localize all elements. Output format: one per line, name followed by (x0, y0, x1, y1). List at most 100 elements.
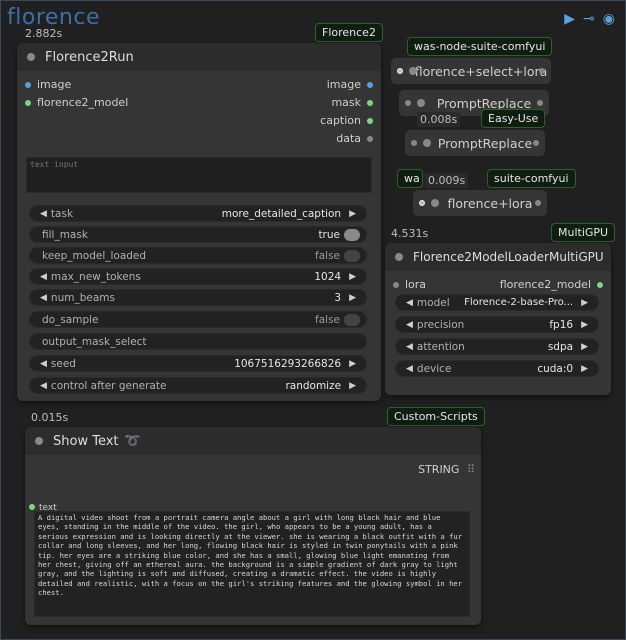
output-label: mask (331, 95, 361, 109)
widget-label: fill_mask (42, 228, 88, 241)
output-slot[interactable] (367, 117, 373, 124)
widget-label: seed (50, 357, 76, 370)
input-slot[interactable] (419, 200, 425, 206)
input-slot[interactable] (411, 140, 417, 146)
text-input[interactable] (26, 157, 372, 193)
collapse-dot[interactable] (395, 253, 403, 261)
right-arrow-icon[interactable]: ▶ (581, 364, 588, 374)
widget-label: control after generate (50, 379, 167, 392)
device-combo[interactable]: ◀ device cuda:0 ▶ (395, 360, 599, 377)
florence2-model-loader-node[interactable]: Florence2ModelLoaderMultiGPU lora floren… (385, 243, 611, 395)
left-arrow-icon[interactable]: ◀ (406, 298, 413, 308)
collapse-dot[interactable] (27, 53, 35, 61)
fill-mask-toggle[interactable]: fill_mask true (29, 226, 367, 243)
widget-value: sdpa (547, 340, 574, 353)
output-mask-select-input[interactable]: output_mask_select (29, 333, 367, 350)
florence-lora-node[interactable]: florence+lora (413, 190, 547, 216)
toggle-switch[interactable] (344, 313, 360, 326)
node-header[interactable]: Florence2Run (17, 43, 381, 71)
collapse-dot[interactable] (409, 67, 417, 75)
collapse-dot[interactable] (417, 99, 425, 107)
grid-icon[interactable]: ⠿ (467, 463, 475, 476)
precision-combo[interactable]: ◀ precision fp16 ▶ (395, 316, 599, 333)
exec-time: 4.531s (391, 227, 429, 240)
input-slot[interactable] (25, 81, 31, 88)
input-slot[interactable] (405, 100, 411, 106)
output-slot[interactable] (367, 81, 373, 88)
max-new-tokens-number[interactable]: ◀ max_new_tokens 1024 ▶ (29, 268, 367, 285)
input-slot[interactable] (29, 504, 35, 510)
output-slot[interactable] (367, 135, 373, 142)
bypass-icon[interactable]: ⊸ (583, 11, 595, 27)
node-header[interactable]: Show Text ➰ (25, 427, 481, 455)
slot-row: image image (17, 75, 381, 93)
node-header[interactable]: Florence2ModelLoaderMultiGPU (385, 243, 611, 271)
toggle-switch[interactable] (344, 249, 360, 262)
left-arrow-icon[interactable]: ◀ (406, 342, 413, 352)
promptreplace-easyuse-node[interactable]: PromptReplace (405, 130, 545, 156)
eye-icon[interactable]: ◉ (603, 11, 615, 27)
widget-label: model (416, 296, 450, 309)
output-label: STRING (418, 463, 460, 476)
input-slot[interactable] (25, 99, 31, 106)
num-beams-number[interactable]: ◀ num_beams 3 ▶ (29, 289, 367, 306)
widget-value: randomize (285, 379, 342, 392)
output-slot[interactable] (537, 100, 543, 106)
left-arrow-icon[interactable]: ◀ (406, 364, 413, 374)
right-arrow-icon[interactable]: ▶ (349, 359, 356, 369)
control-after-generate-combo[interactable]: ◀ control after generate randomize ▶ (29, 377, 367, 394)
node-title: Florence2Run (45, 49, 134, 65)
output-slot[interactable] (367, 99, 373, 106)
widget-label: attention (416, 340, 465, 353)
widget-label: do_sample (42, 313, 99, 326)
right-arrow-icon[interactable]: ▶ (581, 320, 588, 330)
slot-row: caption (17, 111, 381, 129)
widget-label: keep_model_loaded (42, 249, 147, 262)
model-combo[interactable]: ◀ model Florence-2-base-Pro... ▶ (395, 294, 599, 311)
workflow-canvas[interactable]: florence ▶ ⊸ ◉ 2.882s Florence2 Florence… (0, 0, 626, 640)
output-slot[interactable] (533, 140, 539, 146)
collapse-dot[interactable] (431, 199, 439, 207)
node-title: florence+select+lora (414, 63, 548, 79)
right-arrow-icon[interactable]: ▶ (581, 342, 588, 352)
florence-select-lora-node[interactable]: florence+select+lora (391, 58, 551, 84)
snake-icon: ➰ (124, 433, 141, 449)
input-label: florence2_model (37, 95, 129, 109)
output-slot[interactable] (597, 281, 603, 288)
right-arrow-icon[interactable]: ▶ (349, 272, 356, 282)
right-arrow-icon[interactable]: ▶ (349, 209, 356, 219)
collapse-dot[interactable] (423, 139, 431, 147)
widget-label: precision (416, 318, 465, 331)
left-arrow-icon[interactable]: ◀ (406, 320, 413, 330)
input-slot[interactable] (397, 68, 403, 74)
text-display[interactable]: A digital video shoot from a portrait ca… (34, 511, 470, 617)
widget-label: device (416, 362, 452, 375)
output-row: STRING ⠿ (418, 463, 475, 476)
do-sample-toggle[interactable]: do_sample false (29, 311, 367, 328)
input-slot[interactable] (393, 281, 399, 288)
task-combo[interactable]: ◀ task more_detailed_caption ▶ (29, 205, 367, 222)
collapse-dot[interactable] (35, 437, 43, 445)
toggle-switch[interactable] (344, 228, 360, 241)
keep-model-loaded-toggle[interactable]: keep_model_loaded false (29, 247, 367, 264)
left-arrow-icon[interactable]: ◀ (40, 359, 47, 369)
right-arrow-icon[interactable]: ▶ (349, 381, 356, 391)
florence2run-node[interactable]: Florence2Run image image florence2_model… (17, 43, 381, 401)
output-label: florence2_model (499, 277, 591, 291)
show-text-node[interactable]: Show Text ➰ STRING ⠿ text A digital vide… (25, 427, 481, 625)
node-badge: wa (397, 169, 423, 188)
play-icon[interactable]: ▶ (564, 11, 575, 27)
output-label: caption (320, 113, 361, 127)
left-arrow-icon[interactable]: ◀ (40, 209, 47, 219)
attention-combo[interactable]: ◀ attention sdpa ▶ (395, 338, 599, 355)
left-arrow-icon[interactable]: ◀ (40, 272, 47, 282)
group-toolbar: ▶ ⊸ ◉ (564, 11, 615, 27)
right-arrow-icon[interactable]: ▶ (581, 298, 588, 308)
output-slot[interactable] (535, 200, 541, 206)
slot-row: data (17, 129, 381, 147)
seed-number[interactable]: ◀ seed 1067516293266826 ▶ (29, 355, 367, 372)
left-arrow-icon[interactable]: ◀ (40, 381, 47, 391)
output-slot[interactable] (539, 68, 545, 74)
right-arrow-icon[interactable]: ▶ (349, 293, 356, 303)
left-arrow-icon[interactable]: ◀ (40, 293, 47, 303)
